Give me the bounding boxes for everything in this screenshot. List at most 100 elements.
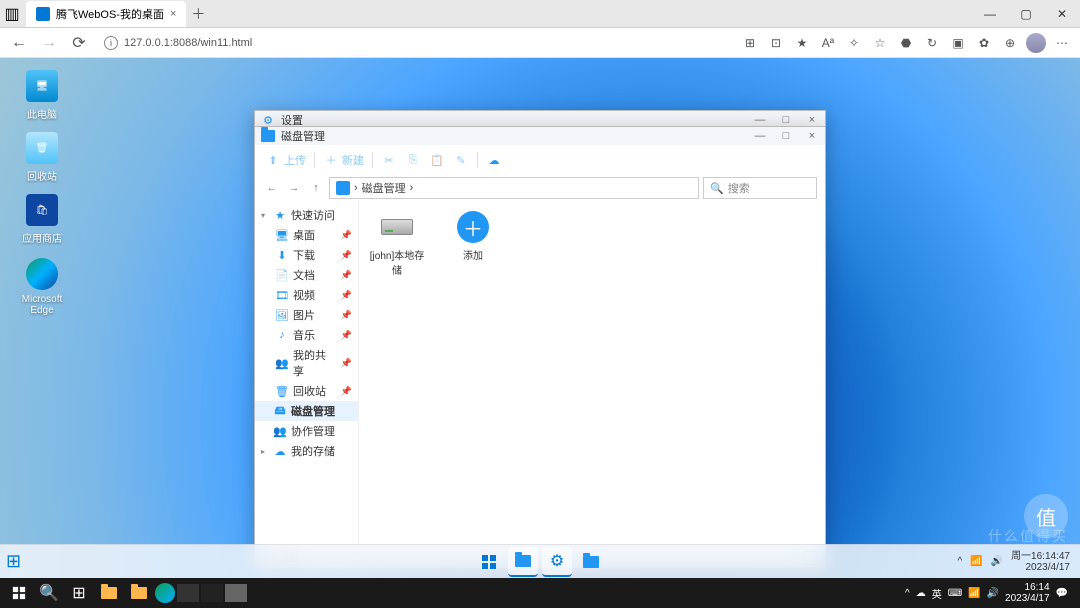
close-button[interactable]: ✕ — [1044, 0, 1080, 28]
search-placeholder: 搜索 — [728, 180, 750, 196]
cloud-icon[interactable]: ☁ — [486, 152, 502, 168]
ext-icon[interactable]: ⊡ — [764, 31, 788, 55]
desktop-icon-recycle[interactable]: 🗑 回收站 — [14, 132, 70, 183]
web-tray[interactable]: ^ 📶 🔊 周一16:14:47 2023/4/17 — [957, 551, 1080, 573]
taskbar-app-icon[interactable]: ⊞ — [6, 551, 21, 572]
search-input[interactable]: 🔍 搜索 — [703, 177, 817, 199]
taskbar-app[interactable] — [225, 584, 247, 602]
profile-avatar[interactable] — [1024, 31, 1048, 55]
sidebar-item-pictures[interactable]: 🖼图片📌 — [255, 305, 358, 325]
desktop-icon-pc[interactable]: 🖥 此电脑 — [14, 70, 70, 121]
ext-icon[interactable]: ★ — [790, 31, 814, 55]
nav-back[interactable]: ← — [263, 179, 281, 197]
minimize-button[interactable]: — — [972, 0, 1008, 28]
desktop-icon-edge[interactable]: Microsoft Edge — [14, 258, 70, 316]
new-tab-button[interactable]: ＋ — [186, 2, 210, 26]
ext-icon[interactable]: ✿ — [972, 31, 996, 55]
wifi-icon[interactable]: 📶 — [968, 588, 980, 599]
upload-button[interactable]: ⬆上传 — [265, 152, 306, 168]
notification-icon[interactable]: 💬 — [1056, 588, 1068, 599]
explorer-content[interactable]: [john]本地存储 ＋ 添加 — [359, 201, 825, 547]
collections-icon[interactable]: ▣ — [946, 31, 970, 55]
explorer-body: ▾★快速访问 🖥桌面📌 ⬇下载📌 📄文档📌 🎞视频📌 🖼图片📌 ♪音乐📌 👥我的… — [255, 201, 825, 547]
sound-icon[interactable]: 🔊 — [987, 588, 999, 599]
tray-chevron-icon[interactable]: ^ — [905, 588, 910, 599]
start-button[interactable] — [474, 547, 504, 577]
start-button[interactable] — [5, 579, 33, 607]
sidebar-item-videos[interactable]: 🎞视频📌 — [255, 285, 358, 305]
refresh-button[interactable]: ⟳ — [66, 30, 92, 56]
close-button[interactable]: × — [805, 130, 819, 142]
ime-text[interactable]: 英 — [932, 586, 942, 601]
file-item-local-disk[interactable]: [john]本地存储 — [369, 211, 425, 277]
file-item-add[interactable]: ＋ 添加 — [445, 211, 501, 277]
ext-icon[interactable]: ⬣ — [894, 31, 918, 55]
paste-icon[interactable]: 📋 — [429, 152, 445, 168]
new-button[interactable]: ＋新建 — [323, 152, 364, 168]
maximize-button[interactable]: ▢ — [1008, 0, 1044, 28]
breadcrumb-segment[interactable]: 磁盘管理 — [362, 180, 406, 196]
ext-icon[interactable]: Aª — [816, 31, 840, 55]
site-info-icon[interactable]: i — [104, 36, 118, 50]
favorite-icon[interactable]: ☆ — [868, 31, 892, 55]
sidebar-item-music[interactable]: ♪音乐📌 — [255, 325, 358, 345]
copy-icon[interactable]: ⎘ — [405, 152, 421, 168]
sidebar-item-documents[interactable]: 📄文档📌 — [255, 265, 358, 285]
clock[interactable]: 16:14 2023/4/17 — [1005, 582, 1050, 604]
wifi-icon[interactable]: 📶 — [970, 556, 982, 567]
onedrive-icon[interactable]: ☁ — [916, 588, 926, 599]
taskbar-app[interactable] — [95, 579, 123, 607]
taskbar-app[interactable] — [125, 579, 153, 607]
taskbar-explorer[interactable] — [508, 547, 538, 577]
explorer-toolbar: ⬆上传 ＋新建 ✂ ⎘ 📋 ✎ ☁ — [255, 145, 825, 175]
search-icon[interactable]: 🔍 — [35, 579, 63, 607]
taskbar-settings[interactable]: ⚙ — [542, 547, 572, 577]
task-view-icon[interactable]: ⊞ — [65, 579, 93, 607]
time-text: 周一16:14:47 — [1011, 551, 1070, 562]
tab-strip-icon[interactable]: ▥ — [0, 4, 24, 24]
plus-icon: ＋ — [453, 211, 493, 243]
ext-icon[interactable]: ✧ — [842, 31, 866, 55]
sidebar-item-share[interactable]: 👥我的共享📌 — [255, 345, 358, 381]
sidebar-item-recycle[interactable]: 🗑回收站📌 — [255, 381, 358, 401]
rename-icon[interactable]: ✎ — [453, 152, 469, 168]
taskbar-app[interactable] — [201, 584, 223, 602]
outer-tray[interactable]: ^ ☁ 英 ⌨ 📶 🔊 16:14 2023/4/17 💬 — [905, 582, 1076, 604]
sidebar-item-storage[interactable]: ▸☁我的存储 — [255, 441, 358, 461]
close-tab-icon[interactable]: × — [170, 8, 176, 20]
cut-icon[interactable]: ✂ — [381, 152, 397, 168]
sidebar-item-collab[interactable]: 👥协作管理 — [255, 421, 358, 441]
ime-icon[interactable]: ⌨ — [948, 588, 962, 599]
web-desktop[interactable]: 🖥 此电脑 🗑 回收站 🛍 应用商店 Microsoft Edge ⚙ 设置 —… — [0, 58, 1080, 578]
sidebar-item-desktop[interactable]: 🖥桌面📌 — [255, 225, 358, 245]
maximize-button[interactable]: □ — [779, 114, 793, 126]
ext-icon[interactable]: ⊞ — [738, 31, 762, 55]
tray-chevron-icon[interactable]: ^ — [957, 556, 962, 567]
breadcrumb[interactable]: › 磁盘管理 › — [329, 177, 699, 199]
minimize-button[interactable]: — — [753, 114, 767, 126]
sidebar-quick-access[interactable]: ▾★快速访问 — [255, 205, 358, 225]
ext-icon[interactable]: ↻ — [920, 31, 944, 55]
minimize-button[interactable]: — — [753, 130, 767, 142]
sound-icon[interactable]: 🔊 — [991, 556, 1003, 567]
nav-forward[interactable]: → — [285, 179, 303, 197]
desktop-icon-label: Microsoft Edge — [14, 294, 70, 316]
desktop-icon-store[interactable]: 🛍 应用商店 — [14, 194, 70, 245]
taskbar-app[interactable] — [177, 584, 199, 602]
maximize-button[interactable]: □ — [779, 130, 793, 142]
nav-up[interactable]: ↑ — [307, 179, 325, 197]
browser-tab[interactable]: 腾飞WebOS-我的桌面 × — [26, 1, 186, 27]
taskbar-folder[interactable] — [576, 547, 606, 577]
clock[interactable]: 周一16:14:47 2023/4/17 — [1011, 551, 1070, 573]
forward-button[interactable]: → — [36, 30, 62, 56]
close-button[interactable]: × — [805, 114, 819, 126]
explorer-titlebar[interactable]: 磁盘管理 — □ × — [255, 127, 825, 145]
extensions-button[interactable]: ⊕ — [998, 31, 1022, 55]
back-button[interactable]: ← — [6, 30, 32, 56]
sidebar-item-disk-mgmt[interactable]: 🖴磁盘管理 — [255, 401, 358, 421]
taskbar-edge[interactable] — [155, 583, 175, 603]
address-bar[interactable]: i 127.0.0.1:8088/win11.html — [96, 31, 734, 55]
tab-title: 腾飞WebOS-我的桌面 — [56, 6, 164, 22]
menu-button[interactable]: ⋯ — [1050, 31, 1074, 55]
sidebar-item-downloads[interactable]: ⬇下载📌 — [255, 245, 358, 265]
